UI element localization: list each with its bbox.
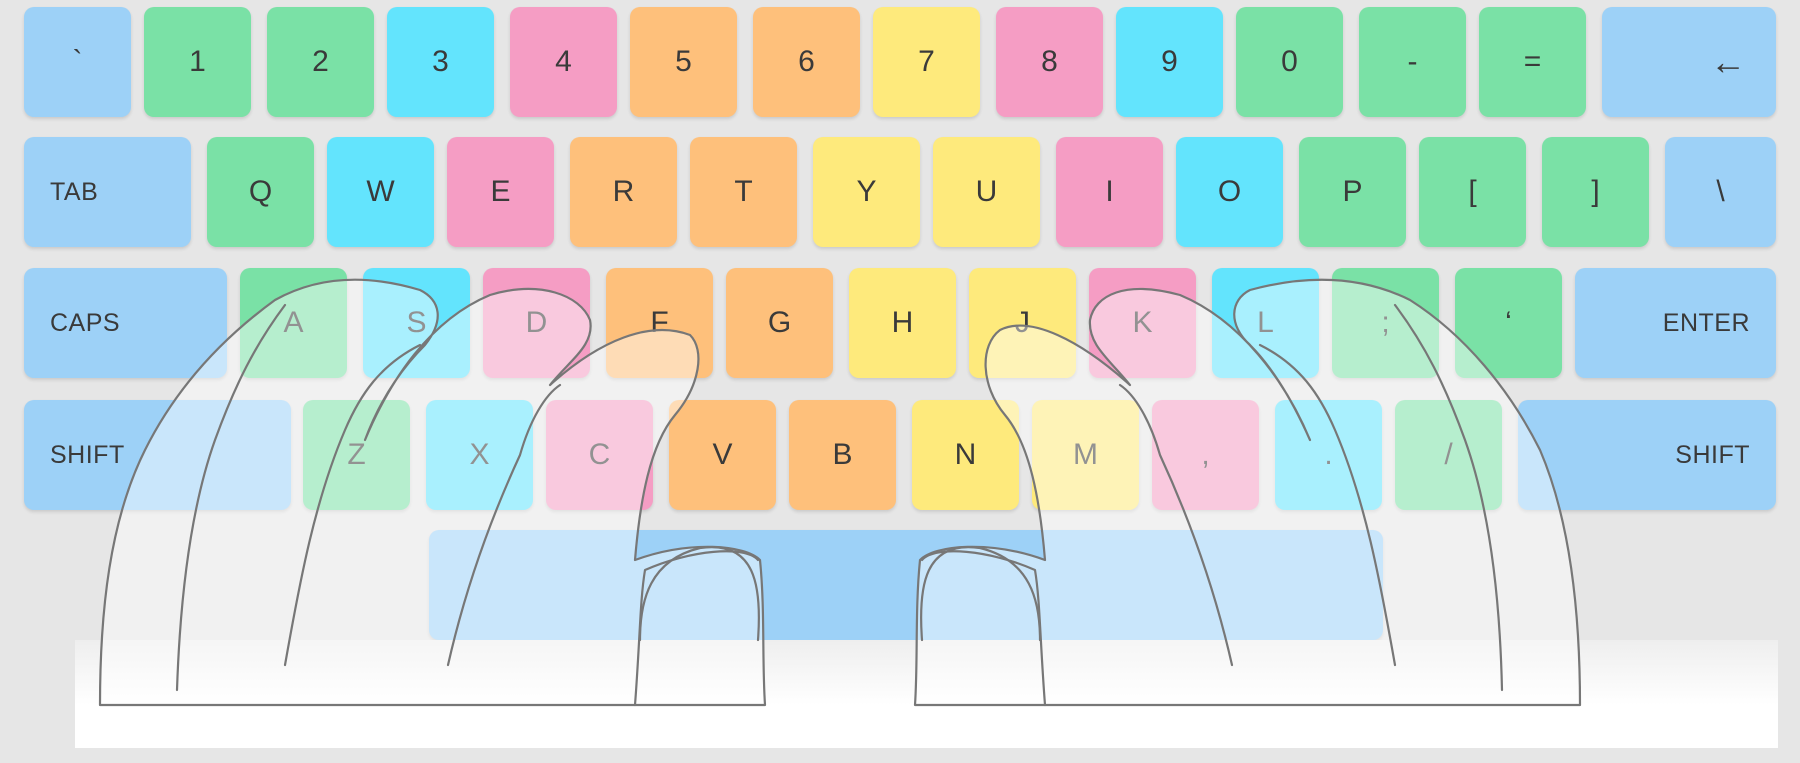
keyboard: ` 1 2 3 4 5 6 7 8 9 0 - = ← TAB Q W E R … [0,0,1800,763]
hands-illustration [98,278,1582,707]
